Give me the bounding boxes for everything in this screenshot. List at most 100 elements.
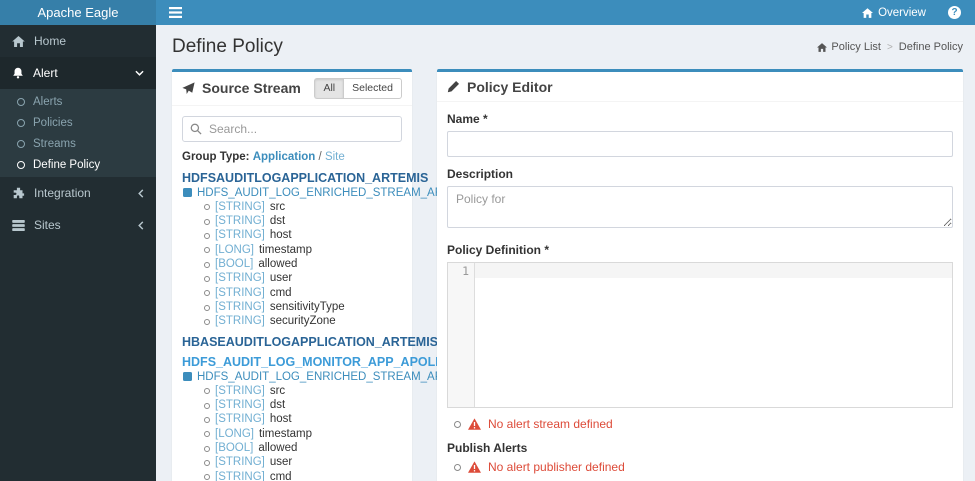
sidebar-item-label: Sites	[34, 218, 61, 232]
breadcrumb-policy-list[interactable]: Policy List	[817, 41, 881, 53]
app-window: Apache Eagle Overview ? Home Alert Alert…	[0, 0, 975, 481]
home-icon	[12, 35, 25, 47]
stream-search-input[interactable]	[182, 115, 402, 142]
stream-group-header[interactable]: HDFS_AUDIT_LOG_MONITOR_APP_APOLLO	[182, 355, 453, 369]
stream-field: [STRING] src	[204, 201, 402, 214]
hamburger-icon	[169, 7, 182, 18]
stream-field: [STRING] user	[204, 272, 402, 285]
stream-group-header[interactable]: HBASEAUDITLOGAPPLICATION_ARTEMIS	[182, 335, 438, 349]
policy-editor-panel: Policy Editor Name * Description Policy …	[437, 69, 963, 481]
overview-link[interactable]: Overview	[850, 0, 938, 25]
stream-field: [STRING] host	[204, 413, 402, 426]
circle-icon	[204, 431, 210, 438]
policy-editor-title-text: Policy Editor	[467, 78, 553, 95]
circle-icon	[204, 416, 210, 423]
stream-field: [BOOL] allowed	[204, 258, 402, 271]
sidebar-toggle-button[interactable]	[156, 0, 195, 25]
circle-icon	[204, 290, 210, 297]
sidebar-item-label: Alert	[33, 66, 58, 80]
stream-icon	[183, 188, 192, 198]
policy-definition-editor[interactable]: 1	[447, 262, 953, 408]
sidebar-item-sites[interactable]: Sites	[0, 209, 156, 241]
sidebar-item-label: Alerts	[33, 95, 63, 108]
sidebar-item-policies[interactable]: Policies	[0, 112, 156, 133]
chevron-left-icon	[138, 188, 144, 198]
sidebar-item-integration[interactable]: Integration	[0, 177, 156, 209]
editor-line-number: 1	[462, 264, 469, 278]
source-stream-header: Source Stream All Selected	[172, 72, 412, 106]
sidebar-item-label: Policies	[33, 116, 73, 129]
stream-field: [STRING] cmd	[204, 471, 402, 481]
circle-icon	[454, 420, 461, 428]
publisher-warning-row: No alert publisher defined	[454, 460, 953, 474]
breadcrumb: Policy List > Define Policy	[817, 41, 963, 53]
sidebar-item-streams[interactable]: Streams	[0, 133, 156, 154]
circle-icon	[204, 402, 210, 409]
stream-field: [STRING] sensitivityType	[204, 301, 402, 314]
circle-icon	[17, 160, 25, 169]
pencil-icon	[447, 80, 460, 93]
stream-field: [STRING] securityZone	[204, 315, 402, 328]
circle-icon	[204, 318, 210, 325]
stream-search	[182, 115, 402, 142]
sidebar-item-define-policy[interactable]: Define Policy	[0, 154, 156, 175]
source-stream-title: Source Stream	[182, 80, 301, 96]
question-icon: ?	[948, 6, 961, 19]
filter-selected-button[interactable]: Selected	[343, 78, 402, 99]
brand-link[interactable]: Apache Eagle	[0, 0, 156, 25]
publish-alerts-label: Publish Alerts	[447, 441, 528, 455]
policy-editor-body: Name * Description Policy Definition * 1	[437, 102, 963, 481]
stream-item[interactable]: HDFS_AUDIT_LOG_ENRICHED_STREAM_ARTEMIS	[183, 187, 478, 199]
sidebar-item-home[interactable]: Home	[0, 25, 156, 57]
group-type-site-link[interactable]: Site	[325, 151, 345, 163]
content-header: Define Policy Policy List > Define Polic…	[172, 36, 963, 58]
policy-description-textarea[interactable]	[447, 186, 953, 228]
stream-field: [STRING] host	[204, 229, 402, 242]
breadcrumb-label: Policy List	[831, 41, 881, 53]
stream-field: [STRING] dst	[204, 399, 402, 412]
source-stream-title-text: Source Stream	[202, 80, 301, 97]
warning-text: No alert publisher defined	[488, 460, 625, 474]
panels-row: Source Stream All Selected Group Type: A…	[172, 69, 963, 481]
circle-icon	[204, 275, 210, 282]
warning-icon	[468, 418, 481, 430]
alert-stream-warning-row: No alert stream defined	[454, 417, 953, 431]
group-type-row: Group Type: Application / Site	[182, 151, 402, 163]
top-navbar: Apache Eagle Overview ?	[0, 0, 975, 25]
search-icon	[190, 123, 202, 135]
stream-field: [STRING] src	[204, 385, 402, 398]
stream-item[interactable]: HDFS_AUDIT_LOG_ENRICHED_STREAM_APOLLO	[183, 371, 473, 383]
policy-name-input[interactable]	[447, 131, 953, 157]
circle-icon	[204, 388, 210, 395]
circle-icon	[454, 463, 461, 471]
stream-field: [STRING] dst	[204, 215, 402, 228]
group-type-application-link[interactable]: Application	[253, 151, 316, 163]
circle-icon	[204, 474, 210, 481]
name-label: Name *	[447, 112, 488, 126]
stream-tree: HDFSAUDITLOGAPPLICATION_ARTEMIS HDFS_AUDI…	[182, 171, 478, 481]
help-button[interactable]: ?	[938, 0, 975, 25]
filter-all-button[interactable]: All	[314, 78, 344, 99]
server-icon	[12, 219, 25, 231]
page-title: Define Policy	[172, 36, 283, 57]
stream-field: [STRING] user	[204, 456, 402, 469]
breadcrumb-current: Define Policy	[898, 41, 963, 53]
editor-code-area[interactable]	[475, 263, 952, 407]
overview-label: Overview	[878, 6, 926, 19]
group-type-separator: /	[318, 150, 322, 163]
stream-group-header[interactable]: HDFSAUDITLOGAPPLICATION_ARTEMIS	[182, 171, 428, 185]
source-stream-panel: Source Stream All Selected Group Type: A…	[172, 69, 478, 481]
main-content: Define Policy Policy List > Define Polic…	[156, 25, 975, 481]
chevron-left-icon	[138, 220, 144, 230]
warning-icon	[468, 461, 481, 473]
circle-icon	[17, 97, 25, 106]
stream-field: [BOOL] allowed	[204, 442, 402, 455]
policy-editor-header: Policy Editor	[437, 72, 963, 102]
sidebar-item-alerts[interactable]: Alerts	[0, 91, 156, 112]
alert-submenu: Alerts Policies Streams Define Policy	[0, 89, 156, 177]
sidebar-item-alert[interactable]: Alert	[0, 57, 156, 89]
sidebar-item-label: Home	[34, 34, 67, 48]
stream-field: [STRING] cmd	[204, 287, 402, 300]
circle-icon	[204, 304, 210, 311]
source-stream-body: Group Type: Application / Site HDFSAUDIT…	[172, 106, 478, 481]
